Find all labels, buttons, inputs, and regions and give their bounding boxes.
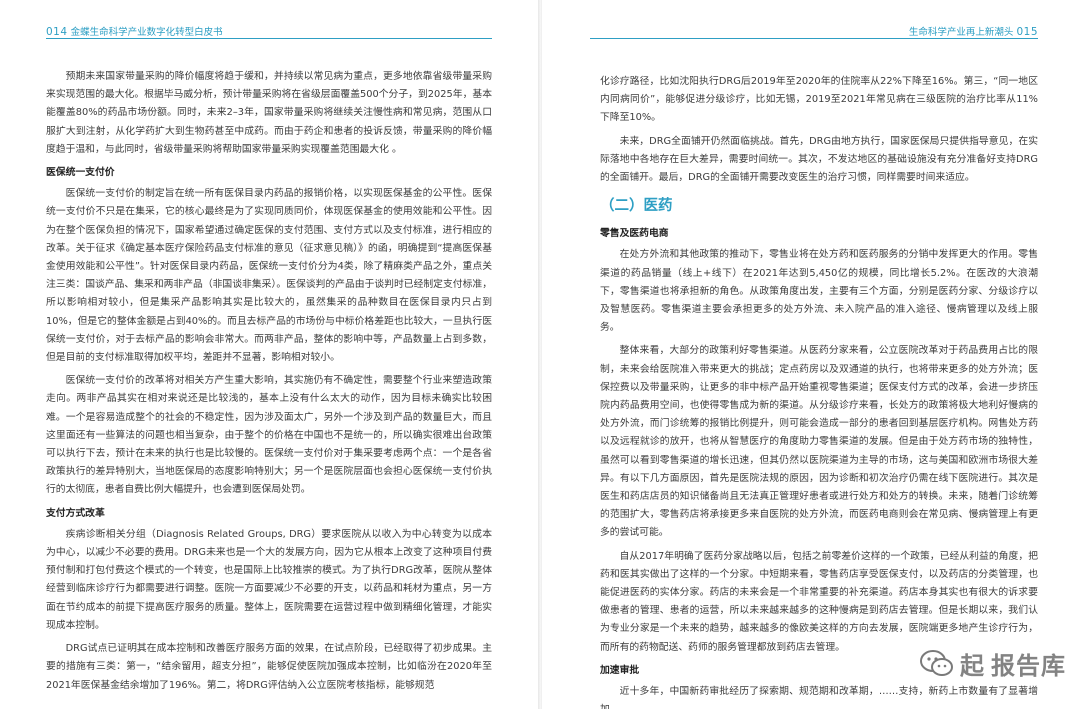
subheading-unified-payment: 医保统一支付价 [46, 167, 115, 179]
paragraph: DRG试点已证明其在成本控制和改善医疗服务方面的效果，在试点阶段，已经取得了初步… [46, 643, 492, 691]
paragraph: 近十多年，中国新药审批经历了探索期、规范期和改革期，……支持，新药上市数量有了显… [600, 686, 1038, 709]
paragraph: 化诊疗路径，比如沈阳执行DRG后2019年至2020年的住院率从22%下降至16… [600, 76, 1038, 124]
paragraph: 医保统一支付价的制定旨在统一所有医保目录内药品的报销价格，以实现医保基金的公平性… [46, 188, 492, 364]
wechat-icon [920, 649, 953, 676]
section-title: （二）医药 [600, 198, 673, 215]
paragraph: 整体来看，大部分的政策利好零售渠道。从医药分家来看，公立医院改革对于药品费用占比… [600, 345, 1038, 539]
left-page: 014 金蝶生命科学产业数字化转型白皮书 预期未来国家带量采购的降价幅度将趋于缓… [0, 0, 538, 709]
watermark-text: 报告库 [991, 652, 1066, 680]
right-page: 生命科学产业再上新潮头 015 化诊疗路径，比如沈阳执行DRG后2019年至20… [542, 0, 1080, 709]
right-header-title: 生命科学产业再上新潮头 [908, 27, 1014, 38]
paragraph: 在处方外流和其他政策的推动下，零售业将在处方药和医药服务的分销中发挥更大的作用。… [600, 249, 1038, 334]
left-header-rule [46, 38, 492, 39]
right-running-header: 生命科学产业再上新潮头 015 [909, 24, 1038, 38]
paragraph: 医保统一支付价的改革将对相关方产生重大影响，其实施仍有不确定性，需要整个行业来塑… [46, 375, 492, 496]
paragraph: 自从2017年明确了医药分家战略以后，包括之前零差价这样的一个政策，已经从利益的… [600, 550, 1038, 653]
subheading-payment-reform: 支付方式改革 [46, 507, 105, 519]
right-page-number: 015 [1016, 26, 1038, 38]
paragraph: 预期未来国家带量采购的降价幅度将趋于缓和，并持续以常见病为重点，更多地依靠省级带… [46, 71, 492, 155]
paragraph: 未来，DRG全面铺开仍然面临挑战。首先，DRG由地方执行，国家医保局只提供指导意… [600, 135, 1038, 184]
subheading-retail-ecommerce: 零售及医药电商 [600, 228, 669, 240]
right-content: 化诊疗路径，比如沈阳执行DRG后2019年至2020年的住院率从22%下降至16… [600, 73, 1038, 709]
left-header-title: 金蝶生命科学产业数字化转型白皮书 [70, 27, 223, 38]
right-header-rule [590, 38, 1038, 39]
left-running-header: 014 金蝶生命科学产业数字化转型白皮书 [46, 24, 223, 38]
book-spread: 014 金蝶生命科学产业数字化转型白皮书 预期未来国家带量采购的降价幅度将趋于缓… [0, 0, 1080, 709]
watermark: 起 报告库 [920, 646, 1066, 681]
left-content: 预期未来国家带量采购的降价幅度将趋于缓和，并持续以常见病为重点，更多地依靠省级带… [46, 68, 492, 700]
watermark-prefix: 起 [960, 652, 985, 680]
left-page-number: 014 [46, 26, 68, 38]
paragraph: 疾病诊断相关分组（Diagnosis Related Groups, DRG）要… [46, 528, 492, 631]
